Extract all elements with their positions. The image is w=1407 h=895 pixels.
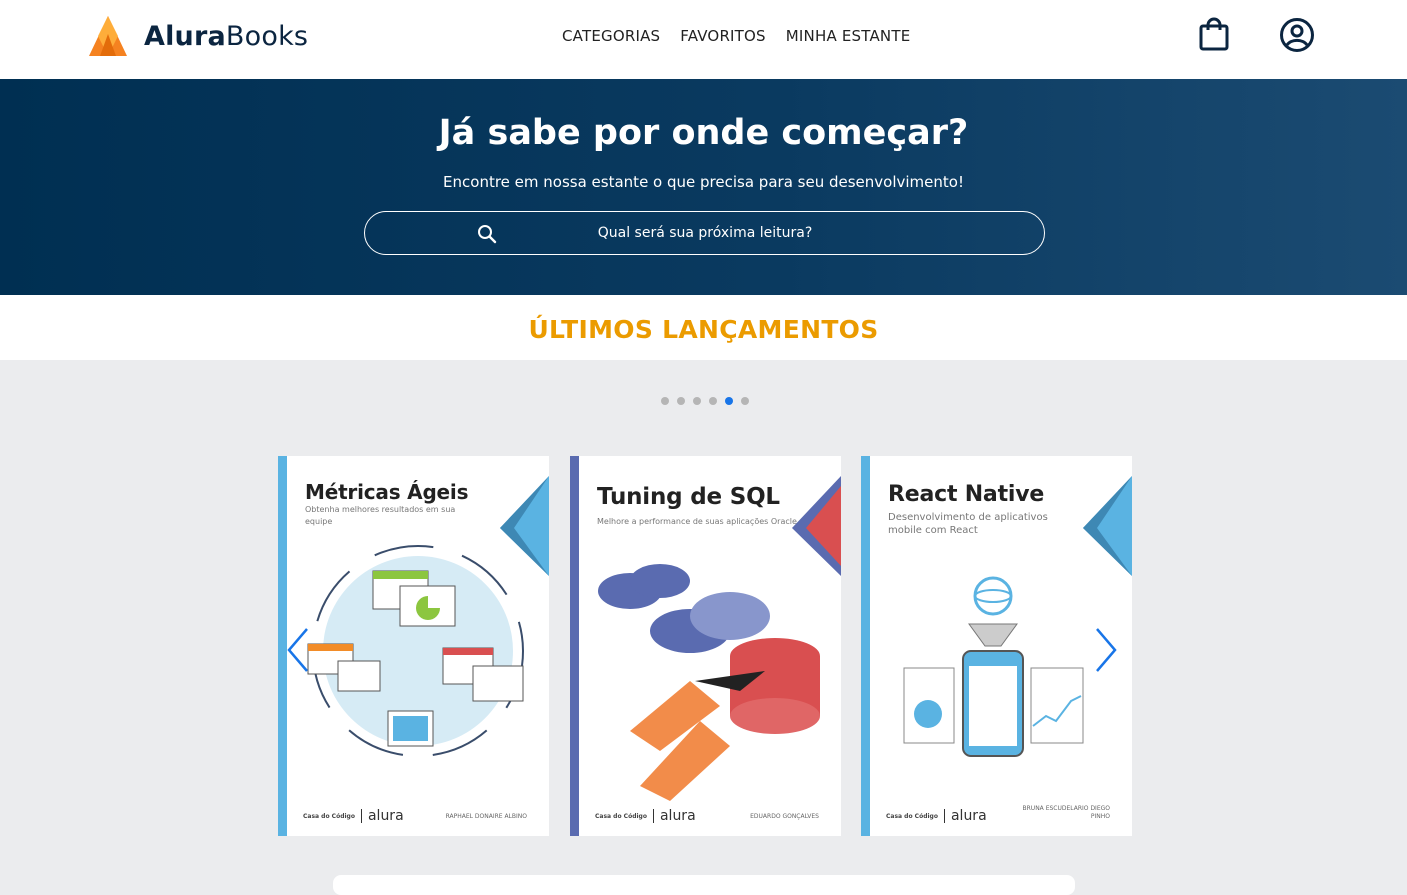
logo-icon (89, 16, 127, 56)
search-box[interactable] (364, 211, 1045, 255)
book-subtitle: Melhore a performance de suas aplicações… (597, 517, 797, 526)
search-icon (478, 225, 497, 244)
publisher-logo: Casa do Código alura (886, 808, 987, 824)
book-title: Tuning de SQL (597, 484, 780, 510)
next-section-card (333, 875, 1075, 895)
carousel-dot[interactable] (677, 397, 685, 405)
book-title: Métricas Ágeis (305, 480, 469, 504)
book-author: BRUNA ESCUDELARIO DIEGO PINHO (1022, 805, 1110, 820)
carousel-dot[interactable] (741, 397, 749, 405)
releases-title: ÚLTIMOS LANÇAMENTOS (528, 315, 879, 344)
book-card-metricas-ageis[interactable]: Métricas Ágeis Obtenha melhores resultad… (278, 456, 549, 836)
carousel-dot[interactable] (661, 397, 669, 405)
publisher-logo: Casa do Código alura (595, 808, 696, 824)
user-circle-icon[interactable] (1279, 17, 1315, 53)
nav-minha-estante[interactable]: MINHA ESTANTE (786, 27, 911, 45)
publisher-logo: Casa do Código alura (303, 808, 404, 824)
book-subtitle: Desenvolvimento de aplicativos mobile co… (888, 512, 1048, 536)
main-nav: CATEGORIAS FAVORITOS MINHA ESTANTE (562, 27, 910, 45)
book-subtitle: Obtenha melhores resultados em sua equip… (305, 505, 456, 526)
hero-banner: Já sabe por onde começar? Encontre em no… (0, 79, 1407, 295)
releases-header: ÚLTIMOS LANÇAMENTOS (0, 295, 1407, 360)
carousel-prev-arrow-icon[interactable] (285, 627, 311, 673)
book-card-tuning-de-sql[interactable]: Tuning de SQL Melhore a performance de s… (570, 456, 841, 836)
nav-categorias[interactable]: CATEGORIAS (562, 27, 660, 45)
book-cover-art (570, 456, 841, 836)
carousel-dot[interactable] (709, 397, 717, 405)
book-card-react-native[interactable]: React Native Desenvolvimento de aplicati… (861, 456, 1132, 836)
nav-favoritos[interactable]: FAVORITOS (680, 27, 766, 45)
carousel-next-arrow-icon[interactable] (1093, 627, 1119, 673)
hero-subtitle: Encontre em nossa estante o que precisa … (443, 173, 964, 191)
carousel-dots (661, 397, 749, 405)
shopping-bag-icon[interactable] (1199, 17, 1229, 51)
book-title: React Native (888, 482, 1045, 507)
brand-logo[interactable]: AluraBooks (88, 14, 308, 58)
book-author: RAPHAEL DONAIRE ALBINO (445, 813, 527, 820)
brand-name: AluraBooks (144, 20, 309, 52)
book-author: EDUARDO GONÇALVES (750, 813, 819, 820)
carousel-dot-active[interactable] (725, 397, 733, 405)
hero-title: Já sabe por onde começar? (438, 113, 969, 153)
search-input[interactable] (515, 220, 895, 246)
carousel-dot[interactable] (693, 397, 701, 405)
site-header: AluraBooks CATEGORIAS FAVORITOS MINHA ES… (0, 0, 1407, 79)
